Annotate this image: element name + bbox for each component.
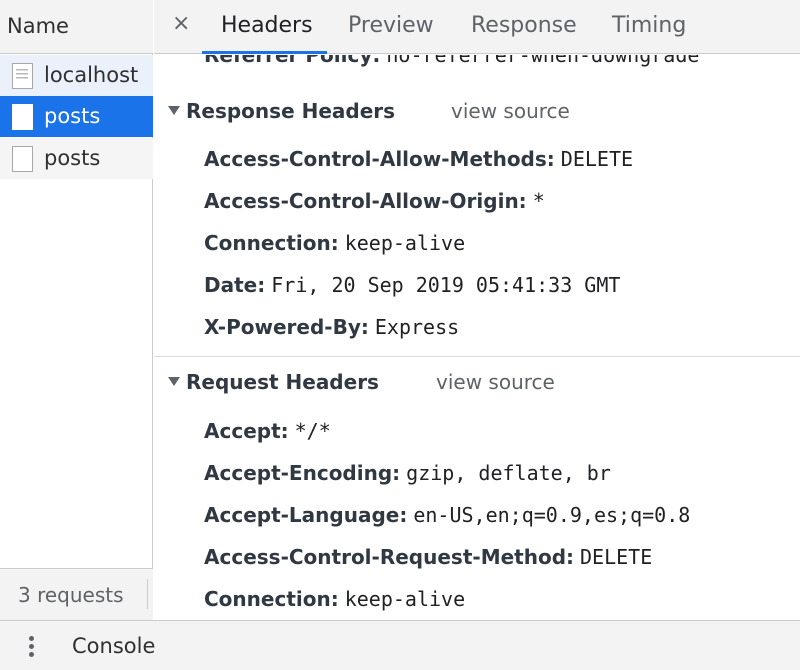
console-tab[interactable]: Console (72, 634, 155, 658)
header-value: Fri, 20 Sep 2019 05:41:33 GMT (271, 273, 621, 297)
header-value: Express (374, 315, 460, 339)
header-value: DELETE (560, 147, 634, 171)
request-details-panel: × Headers Preview Response Timing Referr… (154, 0, 800, 620)
view-source-link[interactable]: view source (451, 99, 570, 123)
header-key: Accept-Encoding: (204, 461, 401, 485)
request-row-localhost[interactable]: localhost (0, 55, 153, 96)
request-name: localhost (44, 63, 139, 87)
active-tab-indicator (202, 51, 327, 54)
header-key: Accept-Language: (204, 503, 408, 527)
header-key: Connection: (204, 587, 339, 611)
header-value: * (532, 189, 545, 213)
header-key: Date: (204, 273, 266, 297)
tab-timing[interactable]: Timing (612, 13, 686, 38)
name-column-label: Name (7, 14, 69, 38)
header-key: Access-Control-Request-Method: (204, 545, 575, 569)
header-value: gzip, deflate, br (406, 461, 611, 485)
header-row: Connection: keep-alive (204, 231, 465, 255)
header-value: keep-alive (344, 231, 466, 255)
header-row: Accept: */* (204, 419, 331, 443)
request-list-panel: Name localhost posts posts 3 requests (0, 0, 153, 620)
section-divider (154, 356, 800, 357)
header-row-referrer-policy: Referrer Policy: no-referrer-when-downgra… (204, 55, 699, 67)
header-row: Accept-Language: en-US,en;q=0.9,es;q=0.8 (204, 503, 690, 527)
request-row-posts-selected[interactable]: posts (0, 96, 153, 137)
request-headers-section-header[interactable]: Request Headers view source (154, 364, 800, 404)
details-tab-bar: × Headers Preview Response Timing (154, 0, 800, 54)
request-name: posts (44, 104, 101, 128)
header-key: Connection: (204, 231, 339, 255)
header-row: X-Powered-By: Express (204, 315, 459, 339)
header-key: Referrer Policy: (204, 55, 381, 67)
header-row: Access-Control-Allow-Methods: DELETE (204, 147, 633, 171)
tab-preview[interactable]: Preview (348, 13, 434, 38)
header-row: Connection: keep-alive (204, 587, 465, 611)
collapse-triangle-icon[interactable] (168, 377, 180, 386)
name-column-header[interactable]: Name (0, 0, 153, 54)
response-headers-section-header[interactable]: Response Headers view source (154, 93, 800, 133)
header-value: keep-alive (344, 587, 466, 611)
request-count: 3 requests (18, 583, 124, 607)
close-icon[interactable]: × (172, 11, 190, 36)
tab-response[interactable]: Response (471, 13, 577, 38)
request-row-posts[interactable]: posts (0, 138, 153, 179)
headers-content[interactable]: Referrer Policy: no-referrer-when-downgra… (154, 55, 800, 620)
header-value: */* (294, 419, 331, 443)
view-source-link[interactable]: view source (436, 370, 555, 394)
document-icon (12, 63, 33, 89)
header-value: DELETE (580, 545, 653, 569)
footer-divider (147, 579, 148, 609)
header-row: Access-Control-Request-Method: DELETE (204, 545, 652, 569)
header-row: Access-Control-Allow-Origin: * (204, 189, 545, 213)
collapse-triangle-icon[interactable] (168, 106, 180, 115)
file-icon (12, 104, 33, 130)
request-summary-bar: 3 requests (0, 568, 153, 620)
kebab-menu-icon[interactable] (29, 636, 35, 658)
file-icon (12, 146, 33, 172)
header-value: en-US,en;q=0.9,es;q=0.8 (413, 503, 691, 527)
header-row: Accept-Encoding: gzip, deflate, br (204, 461, 611, 485)
header-key: Access-Control-Allow-Origin: (204, 189, 527, 213)
drawer-tab-bar: Console (0, 620, 800, 670)
tab-headers[interactable]: Headers (221, 13, 313, 38)
header-key: Access-Control-Allow-Methods: (204, 147, 555, 171)
header-key: X-Powered-By: (204, 315, 369, 339)
header-key: Accept: (204, 419, 289, 443)
request-name: posts (44, 146, 101, 170)
section-title: Response Headers (186, 99, 396, 123)
section-title: Request Headers (186, 370, 379, 394)
header-row: Date: Fri, 20 Sep 2019 05:41:33 GMT (204, 273, 620, 297)
header-value: no-referrer-when-downgrade (386, 55, 700, 67)
